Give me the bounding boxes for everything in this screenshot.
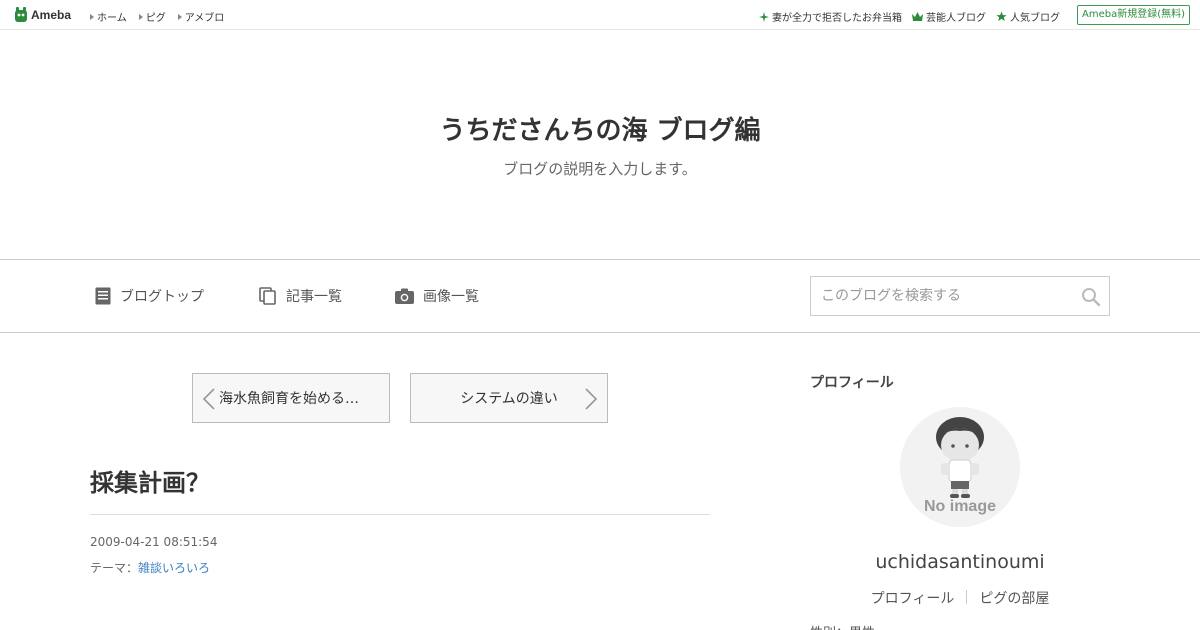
camera-icon bbox=[395, 288, 414, 304]
avatar[interactable]: No image bbox=[900, 407, 1020, 527]
nav-image-list[interactable]: 画像一覧 bbox=[395, 286, 479, 306]
profile-links: プロフィール ピグの部屋 bbox=[810, 588, 1110, 608]
top-link-featured[interactable]: 妻が全力で拒否したお弁当箱 bbox=[759, 9, 902, 24]
entry-title[interactable]: 採集計画？ bbox=[90, 463, 210, 498]
blog-nav-bar: ブログトップ 記事一覧 画像一覧 bbox=[0, 259, 1200, 333]
prev-article-link[interactable]: 海水魚飼育を始める… bbox=[192, 373, 390, 423]
top-nav: ホーム ピグ アメブロ bbox=[90, 9, 224, 24]
search-icon[interactable] bbox=[1081, 287, 1101, 307]
entry-date: 2009-04-21 08:51:54 bbox=[90, 535, 218, 549]
profile-name[interactable]: uchidasantinoumi bbox=[810, 551, 1110, 573]
triangle-right-icon bbox=[90, 13, 94, 20]
link-separator bbox=[966, 590, 968, 604]
top-nav-pigg[interactable]: ピグ bbox=[138, 9, 166, 24]
blog-search-input[interactable] bbox=[811, 277, 1071, 315]
top-nav-ameblo[interactable]: アメブロ bbox=[177, 9, 224, 24]
blog-search-box bbox=[810, 276, 1110, 316]
prev-article-title: 海水魚飼育を始める… bbox=[219, 391, 359, 407]
top-right-links: 妻が全力で拒否したお弁当箱 芸能人ブログ 人気ブログ bbox=[759, 9, 1060, 24]
ameba-mascot-icon bbox=[15, 7, 27, 22]
logo-text: Ameba bbox=[31, 8, 72, 22]
triangle-right-icon bbox=[138, 13, 143, 20]
ameba-logo[interactable]: Ameba bbox=[14, 7, 71, 23]
top-link-celebrity-blogs[interactable]: 芸能人ブログ bbox=[912, 9, 986, 24]
entry-theme: テーマ：雑談いろいろ bbox=[90, 559, 210, 576]
pigg-room-link[interactable]: ピグの部屋 bbox=[979, 588, 1049, 608]
chevron-left-icon bbox=[202, 388, 215, 410]
no-image-label: No image bbox=[923, 498, 996, 515]
nav-blog-top[interactable]: ブログトップ bbox=[95, 286, 204, 306]
document-icon bbox=[95, 287, 111, 305]
top-nav-home[interactable]: ホーム bbox=[90, 9, 127, 24]
copy-icon bbox=[259, 287, 276, 305]
profile-link[interactable]: プロフィール bbox=[871, 588, 955, 608]
next-article-title: システムの違い bbox=[460, 391, 558, 407]
top-link-popular-blogs[interactable]: 人気ブログ bbox=[996, 9, 1060, 24]
entry-divider bbox=[90, 514, 710, 515]
entry-theme-prefix: テーマ： bbox=[90, 561, 139, 575]
crown-icon bbox=[912, 12, 923, 21]
top-bar: Ameba ホーム ピグ アメブロ 妻が全力で拒否したお弁当箱 芸能人ブログ 人… bbox=[0, 0, 1200, 30]
nav-article-list[interactable]: 記事一覧 bbox=[259, 286, 342, 306]
star-icon bbox=[996, 11, 1007, 22]
blog-description: ブログの説明を入力します。 bbox=[503, 160, 697, 178]
register-button[interactable]: Ameba新規登録(無料) bbox=[1077, 5, 1190, 25]
next-article-link[interactable]: システムの違い bbox=[410, 373, 608, 423]
profile-gender: 性別：男性 bbox=[810, 622, 875, 630]
chevron-right-icon bbox=[585, 388, 598, 410]
sparkle-icon bbox=[759, 11, 769, 22]
entry-theme-link[interactable]: 雑談いろいろ bbox=[138, 561, 210, 575]
blog-title[interactable]: うちださんちの海 ブログ編 bbox=[0, 110, 1200, 147]
profile-heading: プロフィール bbox=[810, 375, 894, 391]
triangle-right-icon bbox=[177, 13, 182, 20]
